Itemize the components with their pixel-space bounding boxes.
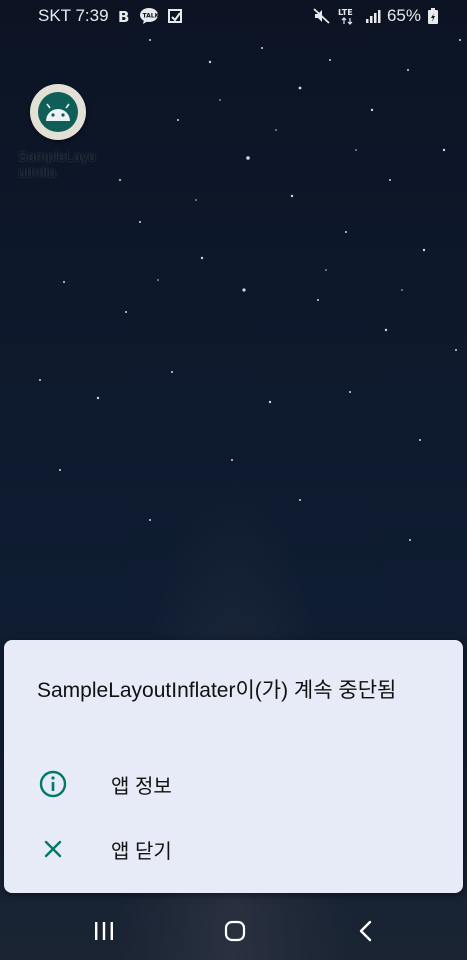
close-icon xyxy=(38,834,68,864)
status-bar: SKT 7:39 B TALK LTE 65% xyxy=(0,0,467,32)
talk-icon: TALK xyxy=(139,7,159,25)
battery-percent: 65% xyxy=(386,6,421,25)
home-app-shortcut[interactable]: SampleLayoutInfla xyxy=(18,84,100,180)
carrier-time: SKT 7:39 xyxy=(38,6,109,25)
back-icon xyxy=(359,920,372,942)
recents-button[interactable] xyxy=(84,916,124,946)
app-info-option[interactable]: 앱 정보 xyxy=(4,755,463,813)
b-icon: B xyxy=(117,8,131,24)
app-stopped-dialog: SampleLayoutInflater이(가) 계속 중단됨 앱 정보 앱 닫… xyxy=(4,640,463,893)
close-app-label: 앱 닫기 xyxy=(111,840,172,863)
signal-icon xyxy=(365,8,381,24)
info-icon xyxy=(38,769,68,799)
android-icon xyxy=(38,92,78,132)
home-button[interactable] xyxy=(215,916,255,946)
check-icon xyxy=(167,8,183,24)
lte-icon: LTE xyxy=(337,7,359,25)
close-app-option[interactable]: 앱 닫기 xyxy=(4,820,463,878)
svg-text:TALK: TALK xyxy=(142,13,159,20)
battery-icon xyxy=(427,7,439,25)
home-icon xyxy=(224,920,246,942)
svg-text:B: B xyxy=(118,8,129,24)
app-icon-frame xyxy=(30,84,86,140)
back-button[interactable] xyxy=(346,916,386,946)
app-label: SampleLayoutInfla xyxy=(18,148,96,180)
mute-icon xyxy=(313,8,331,24)
app-info-label: 앱 정보 xyxy=(111,775,172,798)
navigation-bar xyxy=(0,900,467,960)
recents-icon xyxy=(95,922,113,940)
svg-text:LTE: LTE xyxy=(338,8,353,17)
dialog-title: SampleLayoutInflater이(가) 계속 중단됨 xyxy=(37,679,397,702)
